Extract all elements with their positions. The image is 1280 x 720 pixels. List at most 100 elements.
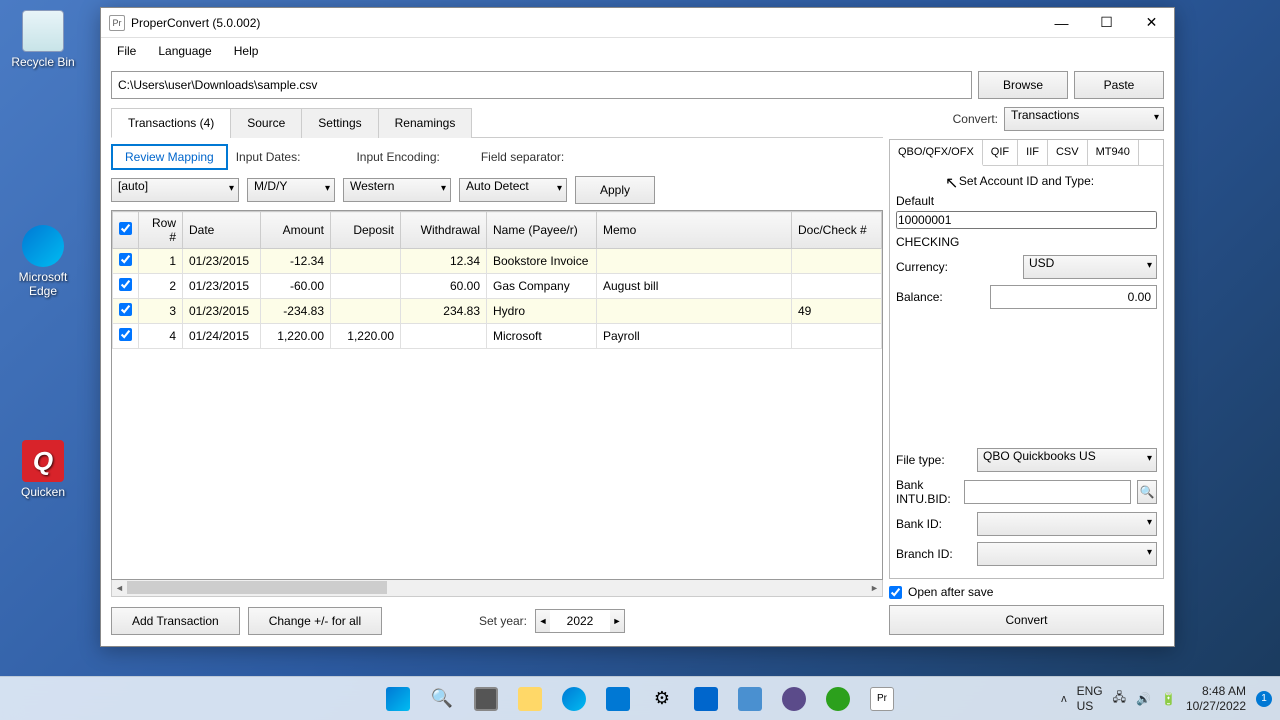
desktop-edge[interactable]: Microsoft Edge: [8, 225, 78, 298]
cell-memo: [597, 299, 792, 324]
menu-file[interactable]: File: [107, 41, 146, 61]
add-transaction-button[interactable]: Add Transaction: [111, 607, 240, 635]
col-date[interactable]: Date: [183, 212, 261, 249]
browse-button[interactable]: Browse: [978, 71, 1068, 99]
col-row[interactable]: Row #: [139, 212, 183, 249]
row-checkbox[interactable]: [119, 253, 132, 266]
cell-deposit: [331, 299, 401, 324]
tab-transactions[interactable]: Transactions (4): [111, 108, 231, 138]
encoding-select[interactable]: Western: [343, 178, 451, 202]
format-tab-mt940[interactable]: MT940: [1088, 140, 1139, 165]
store-button[interactable]: [598, 679, 638, 719]
col-deposit[interactable]: Deposit: [331, 212, 401, 249]
battery-icon[interactable]: 🔋: [1161, 692, 1176, 706]
menu-help[interactable]: Help: [224, 41, 269, 61]
clock[interactable]: 8:48 AM 10/27/2022: [1186, 684, 1246, 713]
network-icon[interactable]: 🖧: [1113, 688, 1126, 709]
tb-app3-button[interactable]: [774, 679, 814, 719]
close-button[interactable]: ✕: [1129, 8, 1174, 38]
scroll-thumb[interactable]: [127, 581, 387, 594]
tab-settings[interactable]: Settings: [301, 108, 378, 138]
format-tab-qbo[interactable]: QBO/QFX/OFX: [890, 140, 983, 166]
tray-chevron-icon[interactable]: ʌ: [1061, 693, 1067, 705]
col-doc[interactable]: Doc/Check #: [792, 212, 882, 249]
table-row[interactable]: 3 01/23/2015 -234.83 234.83 Hydro 49: [113, 299, 882, 324]
edge-label: Microsoft Edge: [8, 270, 78, 298]
tb-app2-button[interactable]: [730, 679, 770, 719]
intubid-input[interactable]: [964, 480, 1131, 504]
paste-button[interactable]: Paste: [1074, 71, 1164, 99]
branchid-select[interactable]: [977, 542, 1157, 566]
desktop-quicken[interactable]: Q Quicken: [8, 440, 78, 499]
maximize-button[interactable]: ☐: [1084, 8, 1129, 38]
bankid-label: Bank ID:: [896, 517, 971, 531]
row-checkbox[interactable]: [119, 278, 132, 291]
account-id-input[interactable]: [896, 211, 1157, 229]
row-checkbox[interactable]: [119, 328, 132, 341]
col-withdrawal[interactable]: Withdrawal: [401, 212, 487, 249]
col-name[interactable]: Name (Payee/r): [487, 212, 597, 249]
scroll-left-icon[interactable]: ◄: [112, 580, 127, 595]
format-tab-qif[interactable]: QIF: [983, 140, 1018, 165]
apply-button[interactable]: Apply: [575, 176, 655, 204]
year-spinner[interactable]: ◄ 2022 ►: [535, 609, 625, 633]
horizontal-scrollbar[interactable]: ◄ ►: [111, 580, 883, 597]
review-mapping-button[interactable]: Review Mapping: [111, 144, 228, 170]
main-tabs: Transactions (4) Source Settings Renamin…: [111, 107, 883, 138]
time-text: 8:48 AM: [1186, 684, 1246, 698]
open-after-checkbox[interactable]: [889, 586, 902, 599]
gear-icon: ⚙: [654, 688, 670, 709]
separator-select[interactable]: Auto Detect: [459, 178, 567, 202]
convert-type-select[interactable]: Transactions: [1004, 107, 1164, 131]
year-increase-button[interactable]: ►: [610, 610, 624, 632]
account-type-select[interactable]: CHECKING: [896, 235, 1157, 249]
settings-button[interactable]: ⚙: [642, 679, 682, 719]
volume-icon[interactable]: 🔊: [1136, 692, 1151, 706]
filetype-select[interactable]: QBO Quickbooks US: [977, 448, 1157, 472]
default-label: Default: [896, 194, 1157, 208]
task-view-button[interactable]: [466, 679, 506, 719]
auto-select[interactable]: [auto]: [111, 178, 239, 202]
intubid-search-button[interactable]: 🔍: [1137, 480, 1157, 504]
tb-app1-button[interactable]: [686, 679, 726, 719]
cell-name: Microsoft: [487, 324, 597, 349]
edge-button[interactable]: [554, 679, 594, 719]
cell-doc: 49: [792, 299, 882, 324]
intubid-label: Bank INTU.BID:: [896, 478, 958, 506]
format-tab-iif[interactable]: IIF: [1018, 140, 1048, 165]
transactions-table: Row # Date Amount Deposit Withdrawal Nam…: [111, 210, 883, 580]
explorer-button[interactable]: [510, 679, 550, 719]
table-row[interactable]: 1 01/23/2015 -12.34 12.34 Bookstore Invo…: [113, 249, 882, 274]
tb-properconvert-button[interactable]: Pr: [862, 679, 902, 719]
balance-input[interactable]: [990, 285, 1157, 309]
currency-label: Currency:: [896, 260, 971, 274]
table-row[interactable]: 2 01/23/2015 -60.00 60.00 Gas Company Au…: [113, 274, 882, 299]
start-button[interactable]: [378, 679, 418, 719]
minimize-button[interactable]: —: [1039, 8, 1084, 38]
window-title: ProperConvert (5.0.002): [131, 16, 1039, 30]
tab-source[interactable]: Source: [230, 108, 302, 138]
change-sign-button[interactable]: Change +/- for all: [248, 607, 382, 635]
titlebar[interactable]: Pr ProperConvert (5.0.002) — ☐ ✕: [101, 8, 1174, 38]
header-checkbox[interactable]: [119, 222, 132, 235]
scroll-right-icon[interactable]: ►: [867, 580, 882, 595]
date-format-select[interactable]: M/D/Y: [247, 178, 335, 202]
row-checkbox[interactable]: [119, 303, 132, 316]
search-icon: 🔍: [431, 688, 453, 709]
language-indicator[interactable]: ENG: [1077, 684, 1103, 698]
tb-quickbooks-button[interactable]: [818, 679, 858, 719]
search-button[interactable]: 🔍: [422, 679, 462, 719]
currency-select[interactable]: USD: [1023, 255, 1157, 279]
notification-badge[interactable]: 1: [1256, 691, 1272, 707]
file-path-input[interactable]: [111, 71, 972, 99]
menu-language[interactable]: Language: [148, 41, 221, 61]
col-amount[interactable]: Amount: [261, 212, 331, 249]
bankid-select[interactable]: [977, 512, 1157, 536]
table-row[interactable]: 4 01/24/2015 1,220.00 1,220.00 Microsoft…: [113, 324, 882, 349]
col-memo[interactable]: Memo: [597, 212, 792, 249]
convert-button[interactable]: Convert: [889, 605, 1164, 635]
year-decrease-button[interactable]: ◄: [536, 610, 550, 632]
desktop-recycle-bin[interactable]: Recycle Bin: [8, 10, 78, 69]
format-tab-csv[interactable]: CSV: [1048, 140, 1088, 165]
tab-renamings[interactable]: Renamings: [378, 108, 473, 138]
